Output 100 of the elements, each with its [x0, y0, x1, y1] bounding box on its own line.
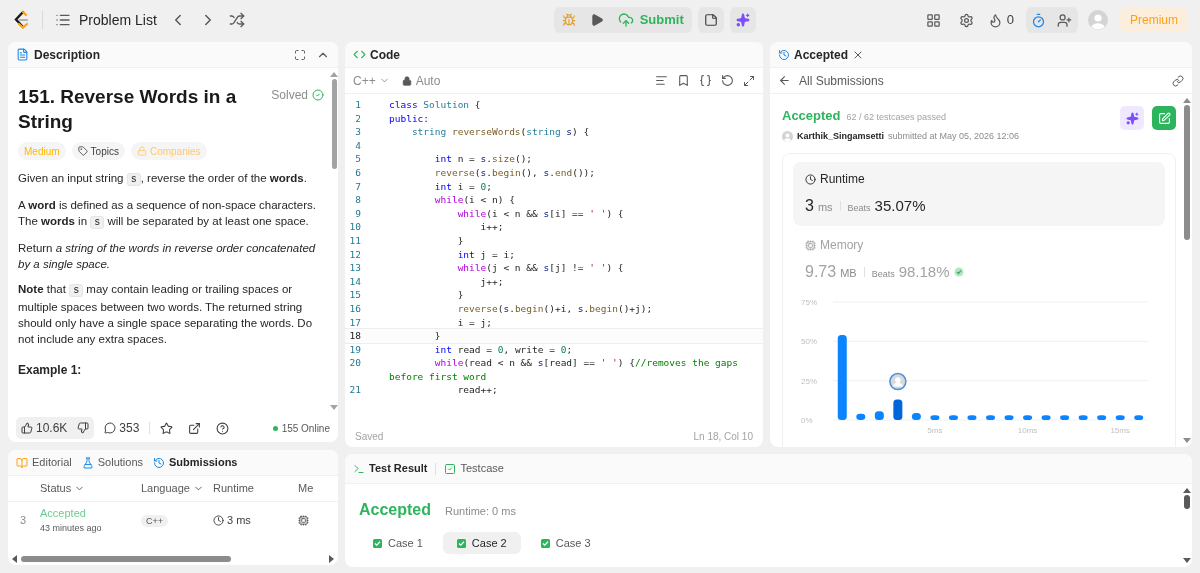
help-icon[interactable]: [216, 421, 230, 435]
all-submissions-link[interactable]: All Submissions: [778, 71, 884, 90]
bar[interactable]: [1078, 415, 1088, 420]
description-paragraph: A word is defined as a sequence of non-space characters. The words in s will be separated by at least one space.: [18, 198, 317, 231]
shuffle-icon[interactable]: [228, 12, 245, 28]
logo-icon[interactable]: [12, 10, 30, 30]
accepted-tab[interactable]: Accepted: [778, 45, 849, 64]
bar[interactable]: [1097, 415, 1107, 420]
beats-label: Beats: [847, 202, 871, 215]
expand-icon[interactable]: [743, 74, 755, 87]
bar[interactable]: [837, 335, 847, 420]
metric-unit: ms: [817, 200, 833, 215]
bar[interactable]: [874, 411, 884, 420]
bug-icon: [561, 13, 576, 27]
column-header: Runtime: [213, 481, 254, 497]
bar[interactable]: [893, 399, 903, 420]
history-icon: [778, 48, 790, 61]
code-line: }: [456, 288, 465, 302]
panel-tab[interactable]: Submissions: [153, 454, 238, 471]
line-number: 19: [348, 342, 362, 357]
streak-button[interactable]: 0: [987, 10, 1014, 30]
case-tab[interactable]: Case 2: [442, 532, 521, 554]
thumbs-down-icon: [77, 422, 90, 434]
bar[interactable]: [967, 415, 977, 420]
line-number: 7: [354, 179, 362, 194]
line-number: 10: [348, 220, 362, 234]
badge-icon: [953, 267, 964, 277]
bar[interactable]: [1060, 415, 1070, 420]
edit-button[interactable]: [1152, 106, 1176, 130]
problem-list-button[interactable]: Problem List: [55, 9, 157, 31]
note-button[interactable]: [697, 7, 724, 33]
panel-tab[interactable]: Solutions: [81, 454, 143, 471]
ai-button[interactable]: [1120, 106, 1144, 130]
description-paragraph: Return a string of the words in reverse order concatenated by a single space.: [18, 241, 317, 272]
chip-icon: [298, 514, 309, 526]
bar[interactable]: [1023, 415, 1033, 420]
column-header[interactable]: Language: [141, 480, 204, 497]
bar[interactable]: [856, 413, 866, 420]
code-line: while(j < n && s[j] != ' ') {: [456, 261, 625, 275]
case-tab[interactable]: Case 3: [526, 532, 605, 554]
bar[interactable]: [1004, 415, 1014, 420]
fullscreen-icon[interactable]: [294, 48, 306, 61]
code-tab[interactable]: Code: [353, 45, 400, 64]
description-tab[interactable]: Description: [16, 45, 100, 64]
column-header[interactable]: Status: [40, 480, 86, 497]
metric-card[interactable]: Runtime 3 ms Beats 35.07%: [793, 162, 1165, 226]
flame-icon: [987, 12, 1003, 28]
code-line: while(read < n && s[read] == ' ') {//removes the gaps before first word: [388, 356, 739, 384]
line-number: 16: [348, 301, 362, 316]
link-icon[interactable]: [1172, 74, 1184, 87]
bar[interactable]: [1115, 415, 1125, 420]
back-arrow-icon: [778, 74, 791, 87]
lock-icon: [136, 146, 147, 156]
bar[interactable]: [911, 412, 921, 420]
solved-label: Solved: [271, 86, 324, 104]
line-number: 1: [354, 98, 362, 112]
bar[interactable]: [1134, 415, 1144, 420]
thumbs-up-icon: [21, 422, 33, 434]
braces-icon[interactable]: [699, 74, 712, 87]
code-line: public:: [388, 111, 431, 126]
star-icon[interactable]: [160, 421, 174, 435]
sparkle-icon: [735, 13, 750, 27]
code-line: i++;: [479, 220, 505, 234]
comment-icon: [104, 422, 117, 434]
user-avatar-icon: [782, 130, 793, 142]
username[interactable]: Karthik_Singamsetti: [797, 129, 885, 143]
code-line: int j = i;: [456, 247, 516, 262]
check-icon: [456, 538, 466, 548]
clock-icon: [213, 514, 224, 526]
share-icon[interactable]: [188, 421, 202, 435]
code-line: int n = s.size();: [433, 152, 534, 166]
code-line: int i = 0;: [433, 179, 493, 194]
comments-button[interactable]: 353: [104, 419, 140, 437]
bar[interactable]: [930, 415, 940, 420]
metric-value: 9.73: [805, 262, 837, 282]
settings-icon[interactable]: [958, 12, 974, 28]
submitted-time: submitted at May 05, 2026 12:06: [888, 129, 1020, 143]
layout-icon[interactable]: [925, 12, 941, 28]
code-line: class Solution {: [388, 98, 482, 112]
column-header: Me: [298, 481, 314, 497]
testcases-passed: 62 / 62 testcases passed: [846, 111, 947, 124]
table-cell-text: 3: [19, 512, 28, 528]
ai-button[interactable]: [729, 7, 756, 33]
topics-tag[interactable]: Topics: [71, 142, 125, 160]
bar[interactable]: [986, 415, 995, 420]
line-number: 12: [348, 247, 362, 262]
panel-tab[interactable]: Testcase: [444, 460, 504, 477]
panel-tab[interactable]: Test Result: [353, 460, 428, 477]
bookmark-icon[interactable]: [677, 74, 690, 87]
line-number: 4: [354, 138, 362, 153]
timer-icon: [1031, 12, 1047, 28]
panel-tab[interactable]: Editorial: [16, 454, 72, 471]
format-icon[interactable]: [655, 74, 668, 87]
reset-icon[interactable]: [721, 74, 734, 87]
save-status: Saved: [355, 429, 384, 444]
mode-toggle[interactable]: Auto: [401, 71, 441, 90]
bar[interactable]: [1041, 415, 1051, 420]
lock-icon: [401, 75, 412, 86]
bar[interactable]: [948, 415, 958, 420]
case-tab[interactable]: Case 1: [359, 532, 437, 554]
